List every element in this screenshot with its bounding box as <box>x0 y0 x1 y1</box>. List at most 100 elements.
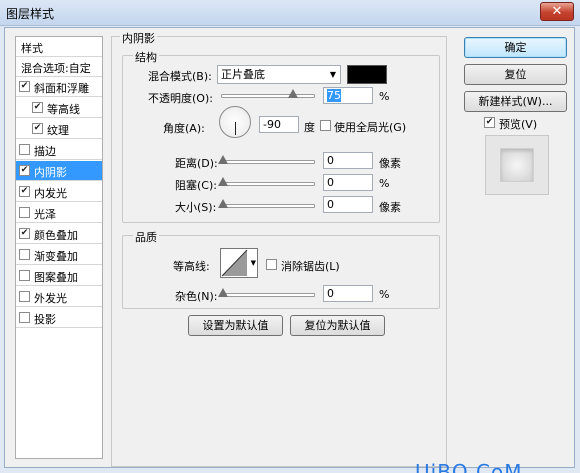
style-item-label: 内发光 <box>34 187 67 200</box>
watermark-text: UiBQ.CoM <box>415 460 523 473</box>
structure-group: 结构 混合模式(B): 正片叠底 ▼ 不透明度(O): 75 % 角度(A): … <box>122 49 440 223</box>
style-preview-thumbnail <box>485 135 549 195</box>
ok-button[interactable]: 确定 <box>464 37 567 58</box>
style-list-header-label: 样式 <box>21 42 43 55</box>
dialog-client: 样式 混合选项:自定 ✔ 斜面和浮雕 ✔ 等高线 ✔ 纹理描边 ✔ 内阴影 ✔ 内发光光泽 ✔ 颜色叠… <box>4 27 575 473</box>
inner-shadow-panel: 内阴影 结构 混合模式(B): 正片叠底 ▼ 不透明度(O): 75 % 角度(… <box>111 30 447 467</box>
global-light-checkbox[interactable] <box>320 120 331 131</box>
size-slider[interactable] <box>218 199 315 208</box>
style-item[interactable]: 描边 <box>16 140 102 160</box>
style-item-checkbox[interactable] <box>19 207 30 218</box>
style-list-blend-options[interactable]: 混合选项:自定 <box>16 57 102 77</box>
noise-label: 杂色(N): <box>175 290 218 303</box>
size-slider-thumb[interactable] <box>218 199 228 208</box>
style-item-checkbox[interactable] <box>19 144 30 155</box>
distance-slider[interactable] <box>218 155 315 164</box>
anti-alias-checkbox[interactable] <box>266 259 277 270</box>
structure-title: 结构 <box>133 49 159 65</box>
style-item-label: 光泽 <box>34 208 56 221</box>
panel-title: 内阴影 <box>120 30 157 46</box>
style-item-label: 内阴影 <box>34 166 67 179</box>
style-item[interactable]: ✔ 内阴影 <box>16 161 102 181</box>
opacity-slider[interactable] <box>221 89 315 98</box>
distance-slider-thumb[interactable] <box>218 155 228 164</box>
quality-group: 品质 等高线: ▼ 消除锯齿(L) 杂色(N): 0 % <box>122 229 440 309</box>
style-item-label: 外发光 <box>34 292 67 305</box>
opacity-label: 不透明度(O): <box>148 92 213 105</box>
blend-options-label: 混合选项:自定 <box>21 62 91 75</box>
style-item-label: 描边 <box>34 145 56 158</box>
angle-label: 角度(A): <box>163 122 205 135</box>
choke-label: 阻塞(C): <box>175 179 217 192</box>
choke-slider[interactable] <box>218 177 315 186</box>
chevron-down-icon: ▼ <box>329 70 336 79</box>
reset-default-button[interactable]: 复位为默认值 <box>290 315 385 336</box>
blend-color-swatch[interactable] <box>347 65 387 84</box>
noise-slider-thumb[interactable] <box>218 288 228 297</box>
make-default-button[interactable]: 设置为默认值 <box>188 315 283 336</box>
noise-slider[interactable] <box>218 288 315 297</box>
preview-checkbox[interactable]: ✔ <box>484 117 495 128</box>
opacity-input[interactable]: 75 <box>323 87 373 104</box>
style-item[interactable]: 外发光 <box>16 287 102 307</box>
style-item[interactable]: ✔ 斜面和浮雕 <box>16 77 102 97</box>
style-item-checkbox[interactable]: ✔ <box>19 81 30 92</box>
noise-input[interactable]: 0 <box>323 285 373 302</box>
style-item-label: 图案叠加 <box>34 271 78 284</box>
style-item[interactable]: 光泽 <box>16 203 102 223</box>
choke-unit: % <box>379 177 390 190</box>
style-item-checkbox[interactable] <box>19 270 30 281</box>
style-item[interactable]: ✔ 纹理 <box>16 119 102 139</box>
blend-mode-value: 正片叠底 <box>221 68 265 81</box>
style-item[interactable]: ✔ 颜色叠加 <box>16 224 102 244</box>
noise-value: 0 <box>327 287 334 300</box>
new-style-button[interactable]: 新建样式(W)... <box>464 91 567 112</box>
style-item[interactable]: ✔ 等高线 <box>16 98 102 118</box>
style-item-checkbox[interactable] <box>19 312 30 323</box>
style-item-checkbox[interactable]: ✔ <box>19 228 30 239</box>
anti-alias-label: 消除锯齿(L) <box>281 260 340 273</box>
style-item[interactable]: ✔ 内发光 <box>16 182 102 202</box>
angle-input[interactable]: -90 <box>259 116 299 133</box>
angle-dial[interactable] <box>219 106 251 138</box>
angle-value: -90 <box>263 118 281 131</box>
blend-mode-select[interactable]: 正片叠底 ▼ <box>217 65 341 84</box>
style-item-checkbox[interactable] <box>19 249 30 260</box>
contour-preview-icon <box>221 249 248 277</box>
opacity-value: 75 <box>327 89 341 102</box>
style-item[interactable]: 渐变叠加 <box>16 245 102 265</box>
size-label: 大小(S): <box>175 201 217 214</box>
window-title: 图层样式 <box>6 7 55 21</box>
size-input[interactable]: 0 <box>323 196 373 213</box>
style-item-checkbox[interactable]: ✔ <box>32 102 43 113</box>
title-bar: 图层样式 ✕ <box>0 0 580 26</box>
distance-unit: 像素 <box>379 157 401 170</box>
style-item-label: 渐变叠加 <box>34 250 78 263</box>
noise-unit: % <box>379 288 390 301</box>
style-item-label: 斜面和浮雕 <box>34 82 89 95</box>
preview-label: 预览(V) <box>499 118 538 131</box>
distance-input[interactable]: 0 <box>323 152 373 169</box>
style-list: 样式 混合选项:自定 ✔ 斜面和浮雕 ✔ 等高线 ✔ 纹理描边 ✔ 内阴影 ✔ 内发光光泽 ✔ 颜色叠… <box>15 36 103 459</box>
style-item-label: 纹理 <box>47 124 69 137</box>
global-light-label: 使用全局光(G) <box>334 121 407 134</box>
reset-button[interactable]: 复位 <box>464 64 567 85</box>
style-item-checkbox[interactable] <box>19 291 30 302</box>
contour-picker[interactable]: ▼ <box>220 248 258 278</box>
close-button[interactable]: ✕ <box>540 2 574 21</box>
style-item-label: 颜色叠加 <box>34 229 78 242</box>
angle-dial-needle <box>235 122 236 135</box>
choke-slider-thumb[interactable] <box>218 177 228 186</box>
blend-mode-label: 混合模式(B): <box>148 70 212 83</box>
style-item-checkbox[interactable]: ✔ <box>32 123 43 134</box>
style-item-label: 等高线 <box>47 103 80 116</box>
chevron-down-icon: ▼ <box>250 259 256 267</box>
choke-input[interactable]: 0 <box>323 174 373 191</box>
style-item-label: 投影 <box>34 313 56 326</box>
opacity-slider-thumb[interactable] <box>287 89 298 98</box>
style-list-header[interactable]: 样式 <box>16 37 102 57</box>
style-item-checkbox[interactable]: ✔ <box>19 186 30 197</box>
style-item[interactable]: 投影 <box>16 308 102 328</box>
style-item-checkbox[interactable]: ✔ <box>19 165 30 176</box>
style-item[interactable]: 图案叠加 <box>16 266 102 286</box>
